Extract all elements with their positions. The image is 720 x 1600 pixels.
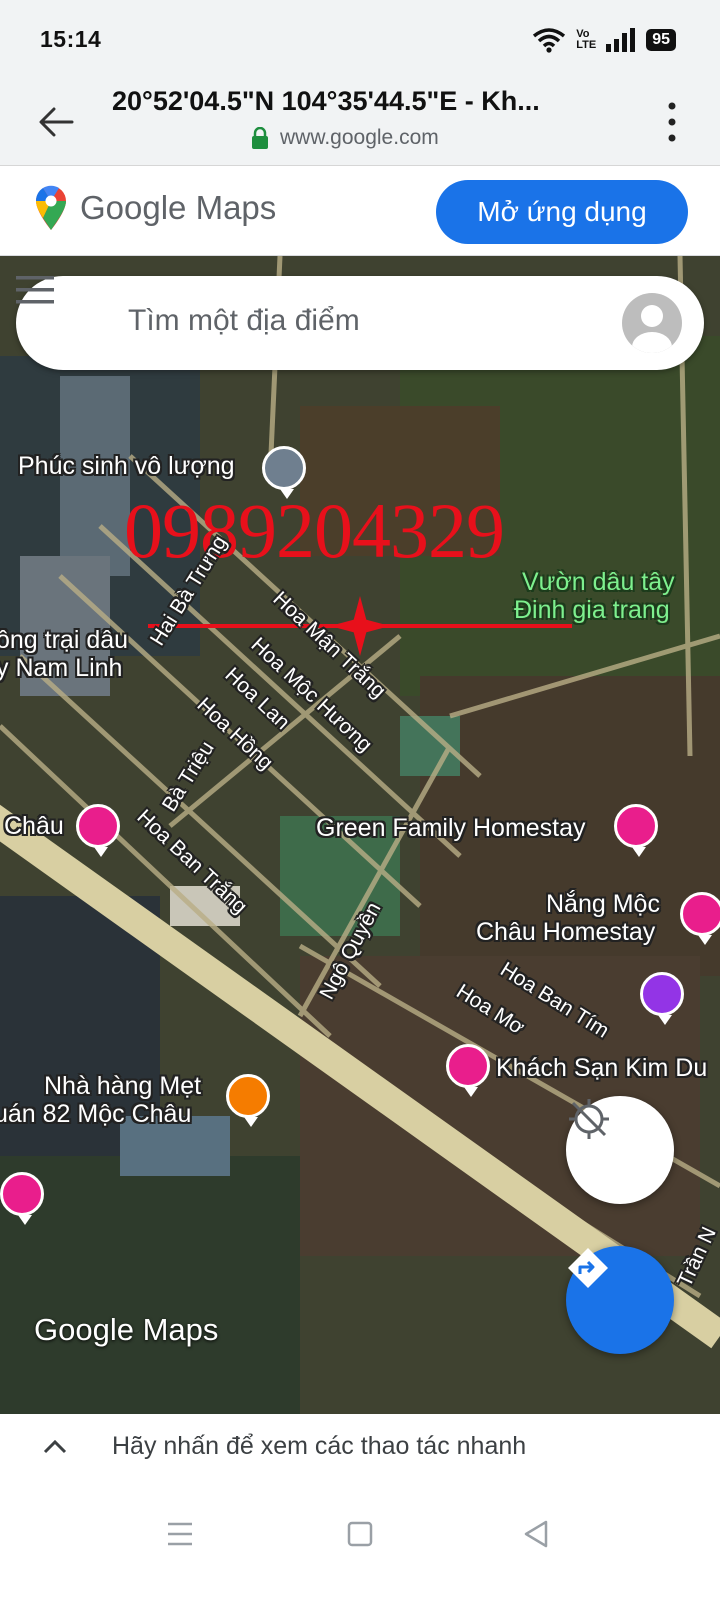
place-nha-hang-line1[interactable]: Nhà hàng Mẹt	[44, 1072, 201, 1101]
system-nav-bar	[0, 1480, 720, 1600]
chevron-up-icon[interactable]	[40, 1432, 70, 1462]
maps-pin-logo-icon	[35, 185, 66, 230]
place-nang-moc-line2[interactable]: Châu Homestay	[476, 918, 655, 947]
avatar[interactable]	[622, 293, 682, 353]
open-app-button[interactable]: Mở ứng dụng	[436, 180, 688, 244]
phone-number-watermark: 0989204329	[124, 487, 505, 574]
recents-menu-icon[interactable]	[160, 1514, 200, 1554]
place-phuc-sinh[interactable]: Phúc sinh vô lượng	[18, 452, 235, 481]
back-triangle-icon[interactable]	[516, 1514, 556, 1554]
hotel-pin-icon[interactable]	[0, 1172, 44, 1225]
search-box[interactable]: Tìm một địa điểm	[16, 276, 704, 370]
url-domain: www.google.com	[280, 126, 439, 149]
volte-bottom: LTE	[576, 39, 597, 51]
lock-icon	[252, 127, 268, 149]
place-green-family-homestay[interactable]: Green Family Homestay	[316, 814, 586, 843]
quick-actions-hint[interactable]: Hãy nhấn để xem các thao tác nhanh	[112, 1432, 526, 1461]
location-disabled-icon	[569, 1099, 609, 1139]
more-vert-icon[interactable]	[664, 100, 680, 144]
browser-url-bar: 20°52'04.5"N 104°35'44.5"E - Kh... www.g…	[0, 80, 720, 166]
hotel-pin-icon[interactable]	[76, 804, 120, 857]
account-icon	[632, 305, 672, 353]
place-nong-trai-line2[interactable]: y Nam Linh	[0, 654, 122, 683]
page-title[interactable]: 20°52'04.5"N 104°35'44.5"E - Kh...	[112, 86, 612, 117]
my-location-button[interactable]	[566, 1096, 674, 1204]
place-vuon-dau-line2[interactable]: Đinh gia trang	[514, 596, 670, 625]
place-vuon-dau-line1[interactable]: Vườn dâu tây	[522, 568, 675, 597]
status-bar: 15:14 Vo LTE 95	[0, 0, 720, 80]
satellite-map[interactable]: Tìm một địa điểm 0989204329 Phúc sinh vô…	[0, 256, 720, 1414]
maps-header: Google Maps Mở ứng dụng	[0, 166, 720, 256]
directions-icon	[568, 1248, 608, 1288]
status-icons: Vo LTE 95	[532, 24, 676, 56]
google-maps-logo: Google Maps	[34, 184, 276, 232]
hotel-pin-icon[interactable]	[680, 892, 720, 945]
quick-actions-sheet[interactable]: Hãy nhấn để xem các thao tác nhanh	[0, 1414, 720, 1480]
landmark-pin-icon[interactable]	[262, 446, 306, 499]
wifi-icon	[533, 28, 566, 53]
battery-icon: 95	[646, 29, 676, 51]
place-nang-moc-line1[interactable]: Nắng Mộc	[546, 890, 660, 919]
volte-icon: Vo LTE	[576, 29, 596, 51]
place-chau[interactable]: Châu	[4, 812, 64, 841]
url-domain-row[interactable]: www.google.com	[252, 126, 439, 150]
home-icon[interactable]	[340, 1514, 380, 1554]
back-arrow-icon[interactable]	[36, 102, 76, 142]
temple-pin-icon[interactable]	[640, 972, 684, 1025]
signal-icon	[606, 28, 636, 52]
restaurant-pin-icon[interactable]	[226, 1074, 270, 1127]
hotel-pin-icon[interactable]	[446, 1044, 490, 1097]
maps-logo-text: Google Maps	[80, 189, 277, 226]
google-maps-watermark: Google Maps	[34, 1312, 219, 1347]
directions-button[interactable]	[566, 1246, 674, 1354]
place-khach-san-kim-du[interactable]: Khách Sạn Kim Du	[496, 1054, 707, 1083]
status-time: 15:14	[40, 26, 102, 52]
hamburger-menu-icon[interactable]	[16, 276, 54, 304]
place-nha-hang-line2[interactable]: uán 82 Mộc Châu	[0, 1100, 191, 1129]
place-nong-trai-line1[interactable]: ông trại dâu	[0, 626, 128, 655]
hotel-pin-icon[interactable]	[614, 804, 658, 857]
search-input[interactable]: Tìm một địa điểm	[128, 304, 360, 338]
